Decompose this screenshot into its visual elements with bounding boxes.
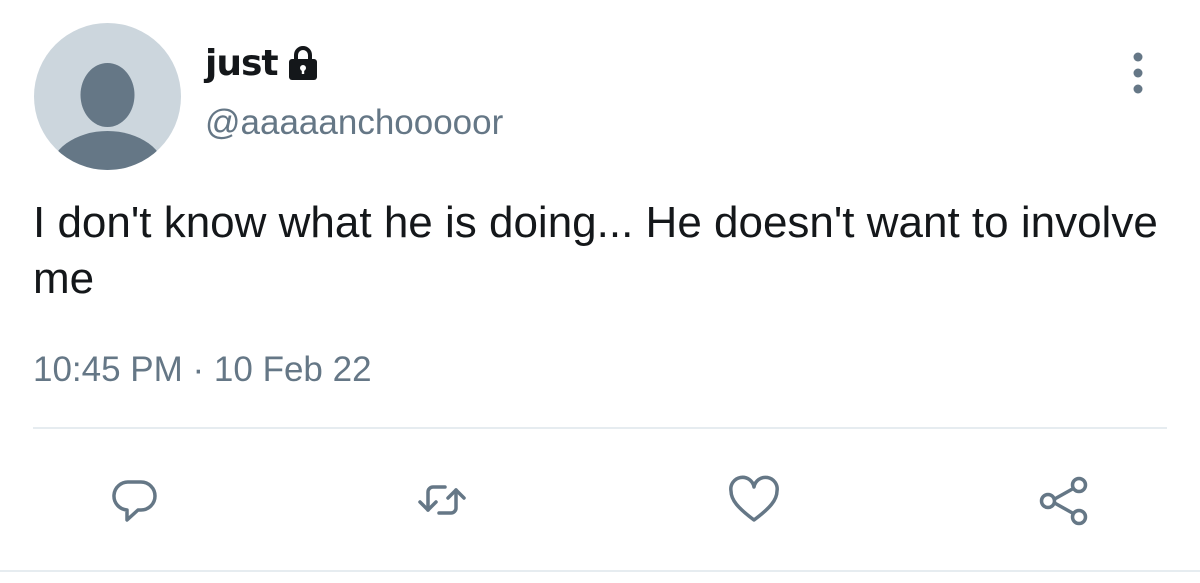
divider bbox=[33, 427, 1167, 429]
display-name[interactable]: just bbox=[205, 43, 279, 84]
more-vertical-icon bbox=[1133, 52, 1143, 94]
bottom-divider bbox=[0, 570, 1200, 572]
heart-icon bbox=[729, 475, 779, 522]
tweet-text: I don't know what he is doing... He does… bbox=[33, 198, 1158, 303]
share-icon bbox=[1039, 476, 1088, 526]
lock-icon bbox=[286, 44, 320, 82]
share-button[interactable] bbox=[1035, 470, 1095, 530]
reply-button[interactable] bbox=[105, 470, 165, 530]
retweet-icon bbox=[418, 485, 466, 515]
like-button[interactable] bbox=[724, 470, 784, 530]
tweet-timestamp[interactable]: 10:45 PM · 10 Feb 22 bbox=[33, 350, 372, 390]
tweet-card: just @aaaaanchooooor I don't know what h… bbox=[0, 0, 1200, 583]
user-handle[interactable]: @aaaaanchooooor bbox=[205, 103, 503, 143]
action-bar bbox=[0, 460, 1200, 540]
default-avatar-icon bbox=[49, 63, 166, 170]
avatar[interactable] bbox=[34, 23, 181, 170]
retweet-button[interactable] bbox=[412, 470, 472, 530]
more-options-button[interactable] bbox=[1118, 48, 1158, 98]
display-name-row: just bbox=[205, 38, 320, 88]
reply-icon bbox=[112, 480, 157, 522]
